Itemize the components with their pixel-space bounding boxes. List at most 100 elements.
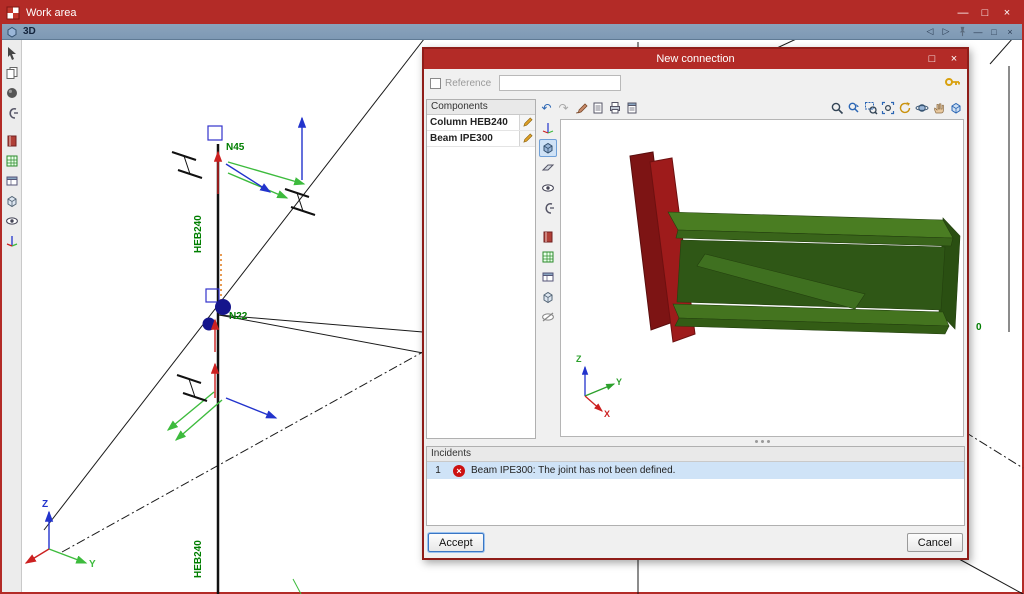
layers-tool[interactable] <box>3 132 21 150</box>
dialog-maximize-button[interactable]: □ <box>921 51 943 67</box>
list-report-button[interactable] <box>589 100 606 116</box>
print-button[interactable] <box>606 100 623 116</box>
beam-section-symbols[interactable] <box>171 151 316 402</box>
app-minimize-button[interactable]: — <box>952 5 974 21</box>
sheets-tool[interactable] <box>3 64 21 82</box>
view-tool[interactable] <box>539 179 557 197</box>
solid-tool[interactable] <box>539 288 557 306</box>
view-close-button[interactable]: × <box>1002 25 1018 38</box>
pin-button[interactable] <box>954 25 970 38</box>
nav-next-button[interactable]: ▷ <box>938 25 954 38</box>
eye-slash-icon <box>542 312 554 322</box>
zoom-window-button[interactable] <box>862 100 879 116</box>
grid-tool[interactable] <box>539 248 557 266</box>
red-book-icon <box>7 135 16 147</box>
export-report-button[interactable] <box>623 100 640 116</box>
dialog-close-button[interactable]: × <box>943 51 965 67</box>
clamp-icon <box>545 203 554 214</box>
tables-tool[interactable] <box>539 268 557 286</box>
reference-checkbox[interactable] <box>430 77 441 89</box>
application-window: N45 N22 HEB240 HEB240 0 Z Y X 3D ◁ ▷ — □… <box>0 0 1024 594</box>
plate-tool[interactable] <box>539 159 557 177</box>
cancel-button[interactable]: Cancel <box>906 533 963 552</box>
visibility-tool[interactable] <box>3 212 21 230</box>
viewport-splitter[interactable] <box>560 438 964 444</box>
green-grid-icon <box>6 155 17 167</box>
app-maximize-button[interactable]: □ <box>974 5 996 21</box>
app-title: Work area <box>26 7 77 19</box>
app-close-button[interactable]: × <box>996 5 1018 21</box>
axes-tool[interactable] <box>3 232 21 250</box>
hide-tool[interactable] <box>539 308 557 326</box>
pan-button[interactable] <box>930 100 947 116</box>
hand-icon <box>933 102 944 113</box>
redo-button[interactable]: ↷ <box>555 100 572 116</box>
view-restore-button[interactable]: □ <box>986 25 1002 38</box>
error-icon: × <box>453 464 465 477</box>
pencil-icon <box>523 133 533 143</box>
orbit-button[interactable] <box>913 100 930 116</box>
component-item-column[interactable]: Column HEB240 <box>427 115 535 131</box>
partial-node-label: 0 <box>976 322 982 333</box>
component-label: Column HEB240 <box>430 117 508 128</box>
list-icon <box>593 102 602 113</box>
connection-3d-viewport[interactable]: Z Y X <box>560 119 964 437</box>
partial-green-line <box>292 578 302 594</box>
documents-icon <box>6 67 17 79</box>
splitter-grip <box>754 439 758 443</box>
view-3d-icon <box>7 26 17 38</box>
component-item-beam[interactable]: Beam IPE300 <box>427 131 535 147</box>
cube-icon <box>543 291 553 304</box>
viewport-axis-x-label: X <box>604 409 611 419</box>
load-arrows <box>166 116 307 441</box>
shaded-view-tool[interactable] <box>3 84 21 102</box>
reference-input[interactable] <box>499 75 622 91</box>
eye-icon <box>542 184 554 192</box>
edit-column-button[interactable] <box>519 115 535 130</box>
magnifier-window-icon <box>864 101 878 115</box>
grid-tool[interactable] <box>3 152 21 170</box>
node-n45-marker[interactable] <box>207 125 223 141</box>
global-axes-triad <box>24 510 88 564</box>
dialog-toolbar: ↶ ↷ <box>538 99 964 116</box>
beam-render[interactable] <box>667 211 961 335</box>
rotate-view-button[interactable] <box>896 100 913 116</box>
license-key-button[interactable] <box>943 73 961 91</box>
connection-3d-render <box>581 151 961 412</box>
accept-button[interactable]: Accept <box>428 533 484 552</box>
solid-view-tool[interactable] <box>3 192 21 210</box>
view-tab-label: 3D <box>23 26 36 37</box>
member-label-heb240-bottom: HEB240 <box>193 540 204 578</box>
view-minimize-button[interactable]: — <box>970 25 986 38</box>
key-icon <box>945 78 960 86</box>
dialog-titlebar[interactable]: New connection □ × <box>424 49 967 69</box>
undo-button[interactable]: ↶ <box>538 100 555 116</box>
zoom-select-button[interactable] <box>845 100 862 116</box>
zoom-extents-icon <box>881 101 894 114</box>
iso-view-button[interactable] <box>947 100 964 116</box>
axis-y-label: Y <box>89 559 96 570</box>
components-header: Components <box>427 100 535 115</box>
edit-beam-button[interactable] <box>519 131 535 146</box>
zoom-extents-button[interactable] <box>879 100 896 116</box>
nav-previous-button[interactable]: ◁ <box>922 25 938 38</box>
paint-tool-button[interactable] <box>572 100 589 116</box>
incidents-panel: Incidents 1 × Beam IPE300: The joint has… <box>426 446 965 526</box>
incident-row[interactable]: 1 × Beam IPE300: The joint has not been … <box>427 462 964 479</box>
sphere-icon <box>6 88 17 98</box>
select-tool[interactable] <box>3 44 21 62</box>
incident-number: 1 <box>435 465 441 476</box>
zoom-tool-button[interactable] <box>828 100 845 116</box>
clamp-tool[interactable] <box>3 104 21 122</box>
dialog-body: Reference Components Column HEB240 Beam … <box>424 69 967 558</box>
move-tool[interactable] <box>539 119 557 137</box>
pointer-icon <box>7 47 16 60</box>
brush-icon <box>575 102 588 113</box>
solid-plane-tool-selected[interactable] <box>539 139 557 157</box>
tables-tool[interactable] <box>3 172 21 190</box>
view-tab-bar: 3D ◁ ▷ — □ × <box>2 24 1022 40</box>
clamp-tool[interactable] <box>539 199 557 217</box>
pin-icon <box>959 26 965 37</box>
layers-tool[interactable] <box>539 228 557 246</box>
green-grid-icon <box>542 251 554 263</box>
